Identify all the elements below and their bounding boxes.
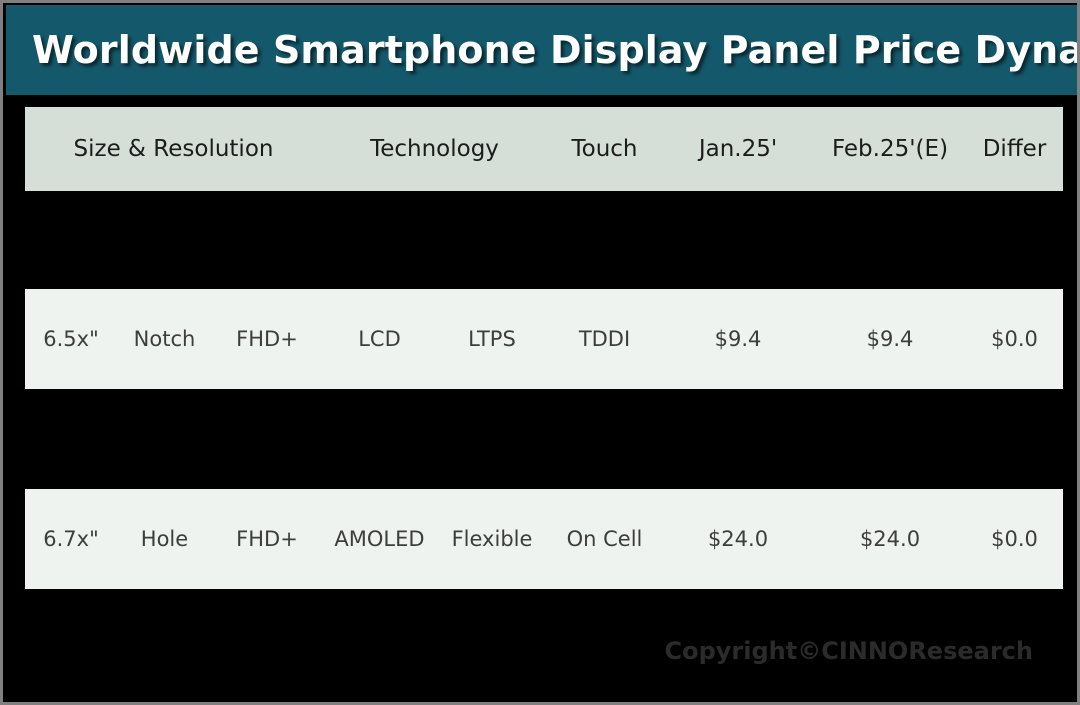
title-bar: Worldwide Smartphone Display Panel Price… xyxy=(6,5,1077,95)
cell-jan-price: $9.4 xyxy=(714,327,762,351)
column-header-jan: Jan.25' xyxy=(698,136,778,162)
table-row: 6.7x" Hole FHD+ AMOLED Flexible On Cell … xyxy=(25,489,1063,589)
table-header-row: Size & Resolution Technology Touch Jan.2… xyxy=(25,107,1063,191)
cell-cutout: Notch xyxy=(133,327,196,351)
table-spacer-band xyxy=(25,389,1063,489)
cell-differ: $0.0 xyxy=(991,327,1038,351)
cell-resolution: FHD+ xyxy=(236,327,298,351)
cell-cutout: Hole xyxy=(140,527,189,551)
cell-resolution: FHD+ xyxy=(236,527,298,551)
column-header-technology: Technology xyxy=(370,136,499,162)
cell-technology: LCD xyxy=(358,327,401,351)
cell-differ: $0.0 xyxy=(991,527,1038,551)
cell-touch: TDDI xyxy=(578,327,631,351)
column-header-differ: Differ xyxy=(982,136,1047,162)
cell-technology: AMOLED xyxy=(334,527,425,551)
cell-size: 6.5x" xyxy=(43,327,99,351)
cell-backplane: Flexible xyxy=(451,527,533,551)
cell-feb-price: $24.0 xyxy=(859,527,921,551)
cell-jan-price: $24.0 xyxy=(707,527,769,551)
cell-feb-price: $9.4 xyxy=(866,327,914,351)
cell-touch: On Cell xyxy=(566,527,643,551)
report-page: Worldwide Smartphone Display Panel Price… xyxy=(0,0,1080,705)
table-row: 6.5x" Notch FHD+ LCD LTPS TDDI $9.4 $9.4… xyxy=(25,289,1063,389)
page-title: Worldwide Smartphone Display Panel Price… xyxy=(32,28,1080,72)
cell-backplane: LTPS xyxy=(468,327,516,351)
cell-size: 6.7x" xyxy=(43,527,99,551)
column-header-feb: Feb.25'(E) xyxy=(831,136,949,162)
table-spacer-band xyxy=(25,191,1063,289)
column-header-size-resolution: Size & Resolution xyxy=(73,136,274,162)
copyright-notice: Copyright©CINNOResearch xyxy=(664,637,1033,665)
price-table: Size & Resolution Technology Touch Jan.2… xyxy=(25,107,1063,589)
column-header-touch: Touch xyxy=(571,136,638,162)
